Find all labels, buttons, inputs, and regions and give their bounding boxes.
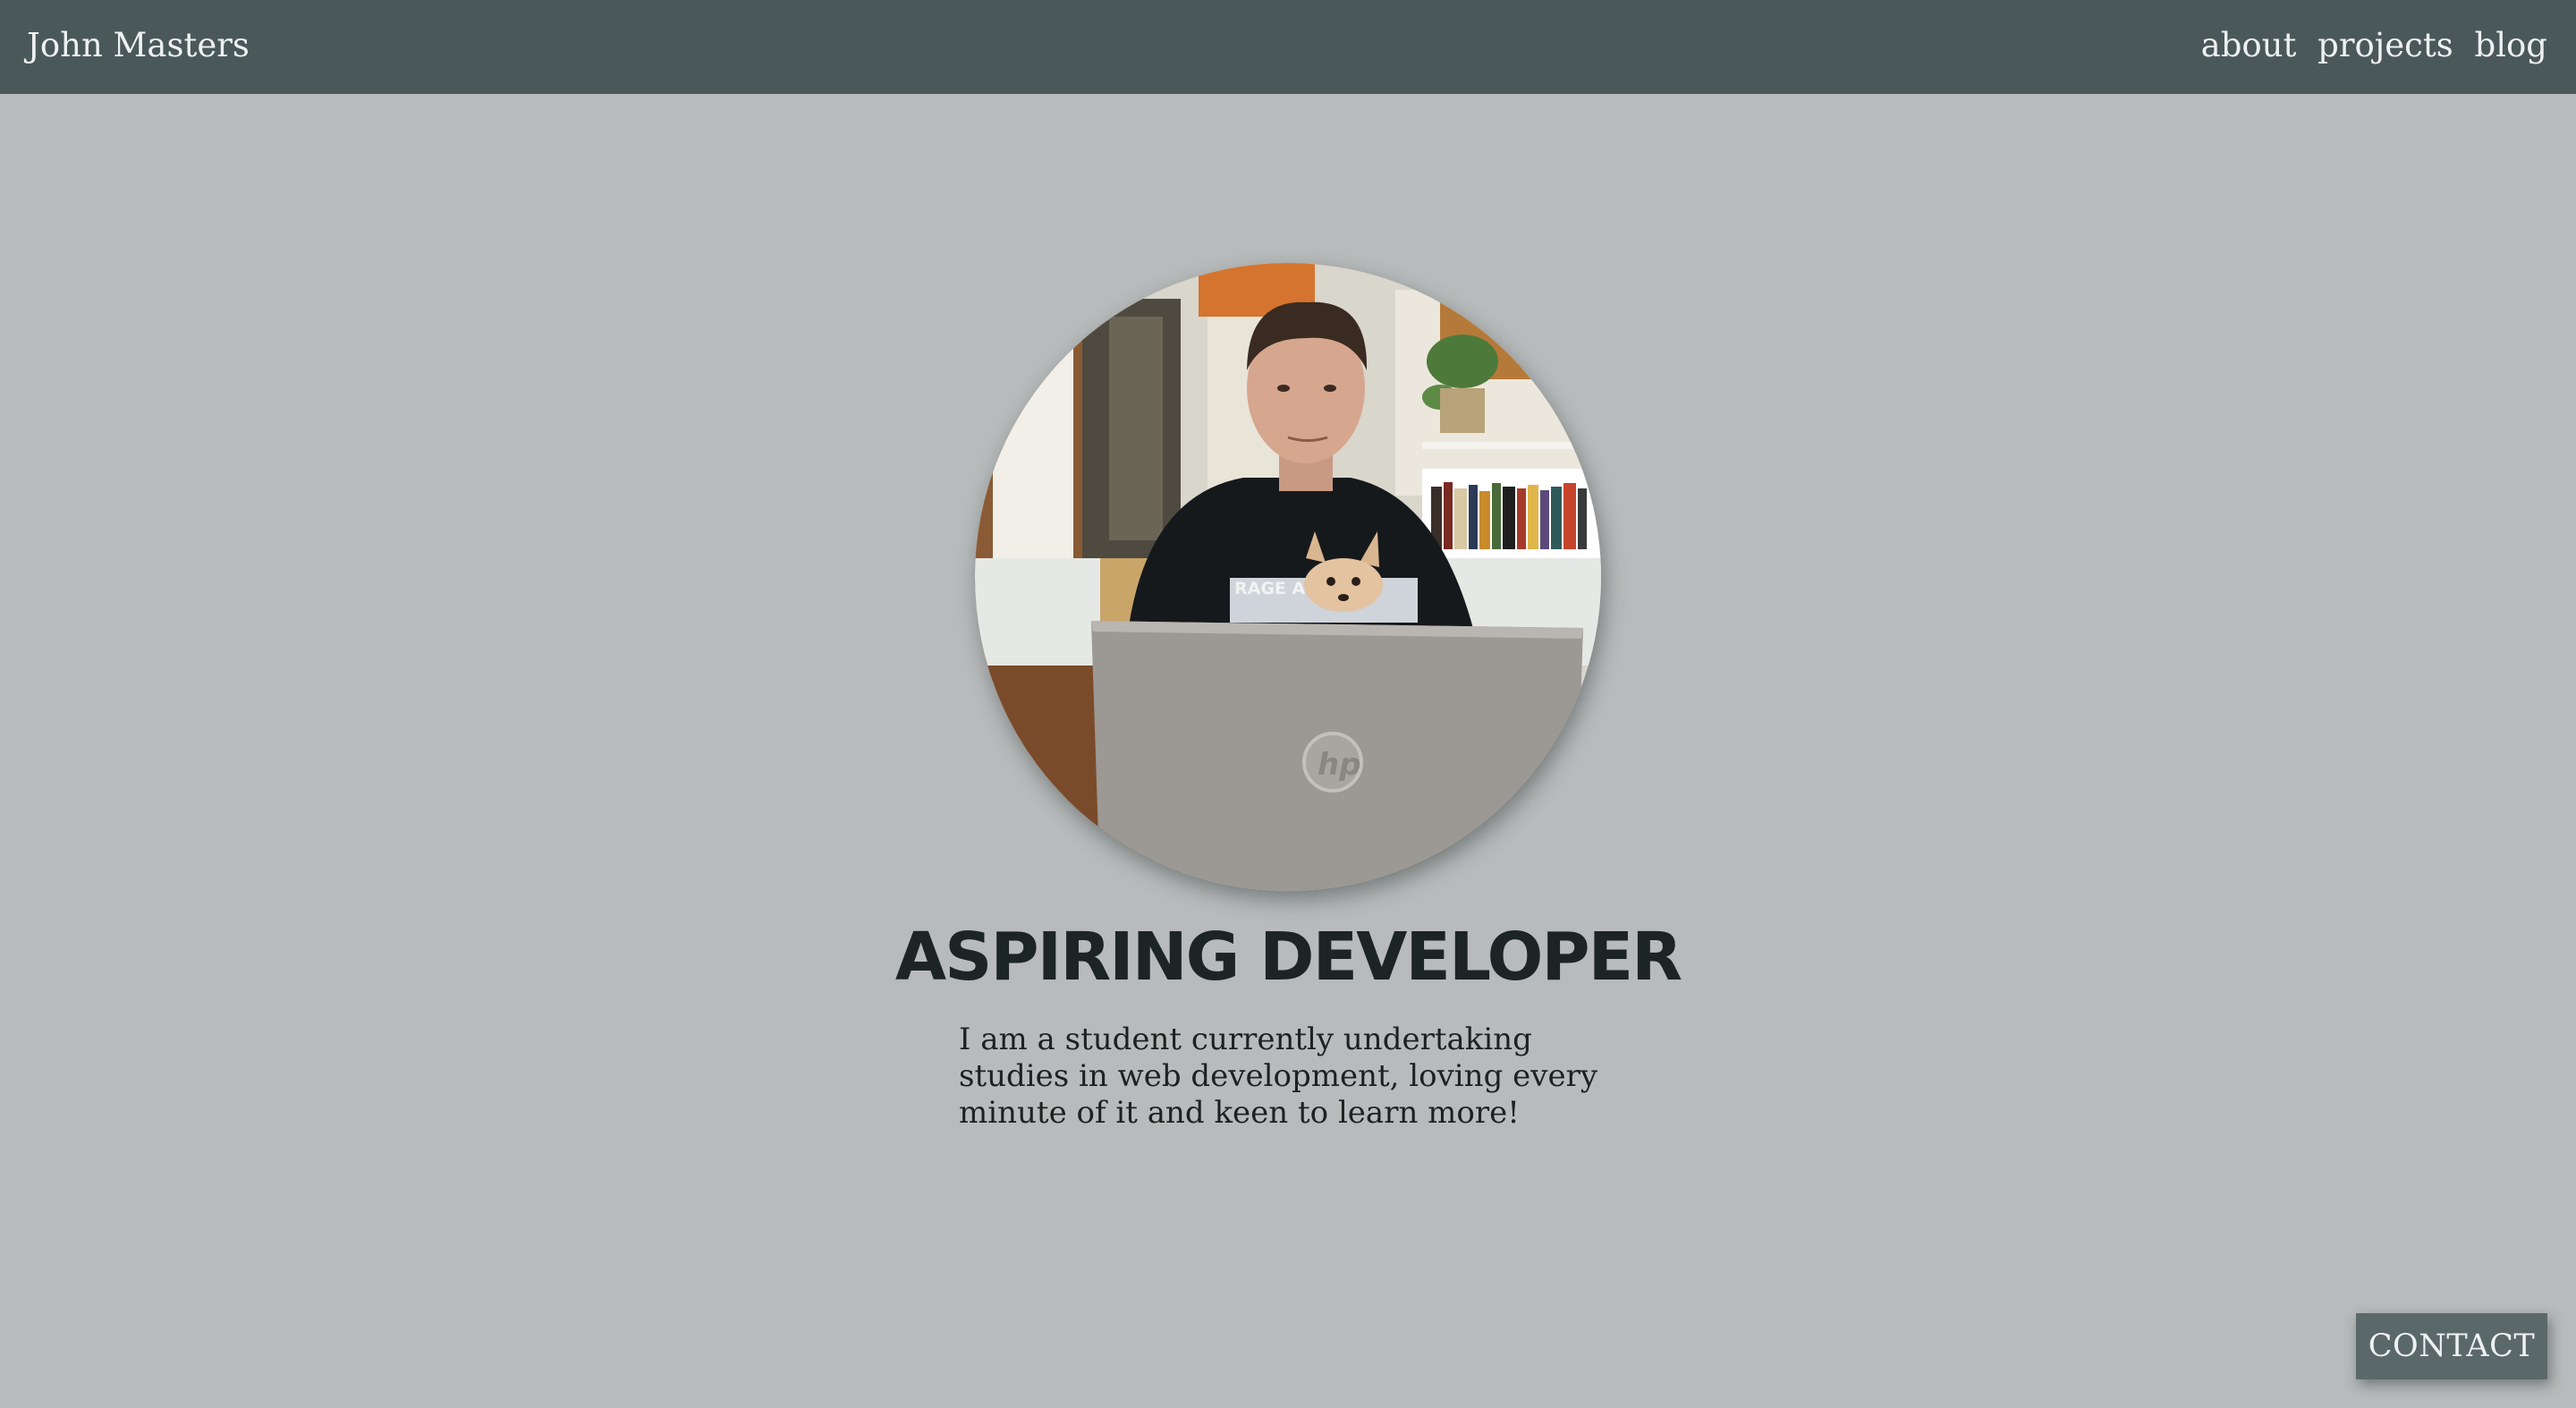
nav-link-blog[interactable]: blog: [2475, 26, 2547, 64]
laptop-logo: hp: [1318, 747, 1361, 783]
contact-button[interactable]: CONTACT: [2356, 1313, 2547, 1379]
nav-links: about projects blog: [2201, 23, 2547, 68]
profile-photo: RAGE AGAINST hp: [975, 263, 1601, 891]
navbar: John Masters about projects blog: [0, 0, 2576, 94]
brand-link[interactable]: John Masters: [27, 23, 250, 68]
nav-link-projects[interactable]: projects: [2318, 26, 2453, 64]
nav-link-about[interactable]: about: [2201, 26, 2297, 64]
hero-headline: ASPIRING DEVELOPER: [894, 919, 1682, 996]
hero-bio: I am a student currently undertaking stu…: [959, 1022, 1598, 1131]
